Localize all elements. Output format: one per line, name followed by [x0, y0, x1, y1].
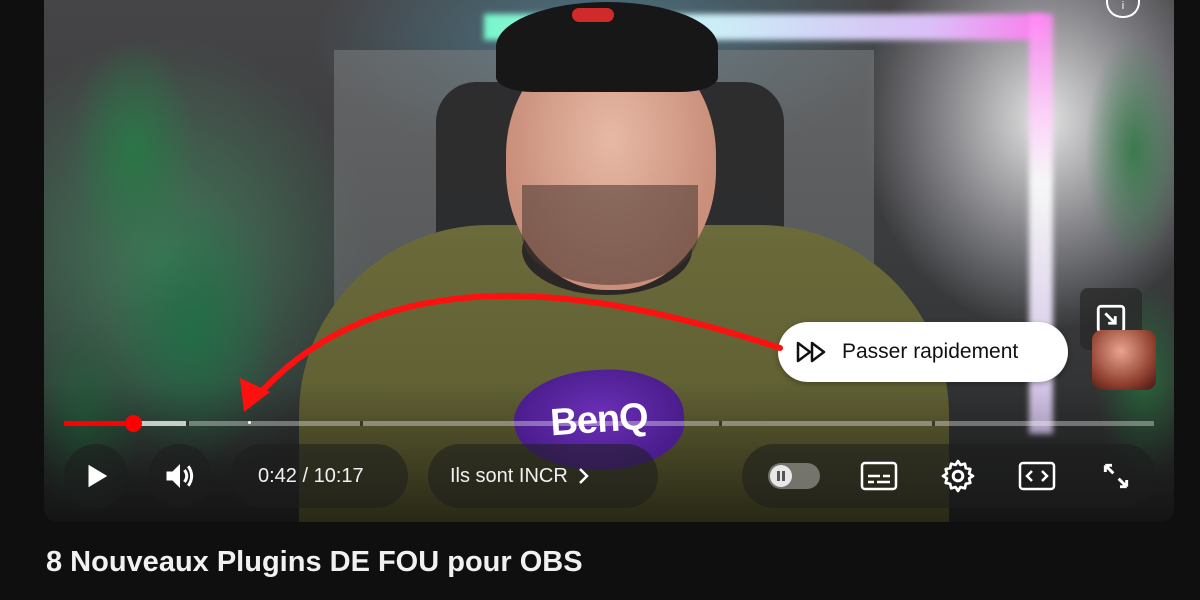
- chapter-button[interactable]: Ils sont INCR: [428, 444, 658, 508]
- video-title: 8 Nouveaux Plugins DE FOU pour OBS: [46, 546, 583, 578]
- chapter-divider: [932, 421, 935, 426]
- progress-played: [64, 421, 134, 426]
- fullscreen-button[interactable]: [1077, 444, 1156, 508]
- fast-forward-icon: [796, 341, 826, 363]
- autoplay-track: [767, 463, 820, 489]
- chapter-divider: [186, 421, 189, 426]
- autoplay-toggle-icon: [769, 465, 792, 487]
- time-display: 0:42 / 10:17: [230, 444, 408, 508]
- play-icon: [88, 464, 108, 488]
- volume-button[interactable]: [148, 444, 212, 508]
- theater-mode-button[interactable]: [998, 444, 1077, 508]
- fast-seek-tooltip: Passer rapidement: [778, 322, 1068, 382]
- fast-seek-label: Passer rapidement: [842, 340, 1019, 363]
- fullscreen-icon: [1104, 463, 1129, 489]
- video-player[interactable]: i BenQ Passer rapidement 0:42 / 10:17 Il…: [44, 0, 1174, 522]
- theater-mode-icon: [1018, 461, 1056, 491]
- chapter-divider: [719, 421, 722, 426]
- progress-bar[interactable]: [64, 415, 1154, 432]
- benq-logo-text: BenQ: [548, 395, 649, 444]
- presenter-beard: [522, 185, 698, 285]
- time-text: 0:42 / 10:17: [258, 464, 364, 487]
- chevron-right-icon: [578, 468, 589, 484]
- seek-target-marker: [248, 421, 251, 424]
- subtitles-icon: [860, 461, 898, 491]
- progress-scrubber[interactable]: [125, 415, 142, 432]
- right-controls: [742, 444, 1156, 508]
- cap-logo: [572, 8, 614, 22]
- gear-icon: [941, 459, 975, 493]
- play-button[interactable]: [64, 444, 128, 508]
- control-bar: 0:42 / 10:17 Ils sont INCR: [62, 444, 1156, 508]
- autoplay-toggle[interactable]: [760, 444, 839, 508]
- settings-button[interactable]: [918, 444, 997, 508]
- subtitles-button[interactable]: [839, 444, 918, 508]
- chapter-divider: [360, 421, 363, 426]
- channel-avatar[interactable]: [1092, 330, 1156, 390]
- chapter-label: Ils sont INCR: [450, 464, 568, 487]
- volume-icon: [166, 464, 194, 488]
